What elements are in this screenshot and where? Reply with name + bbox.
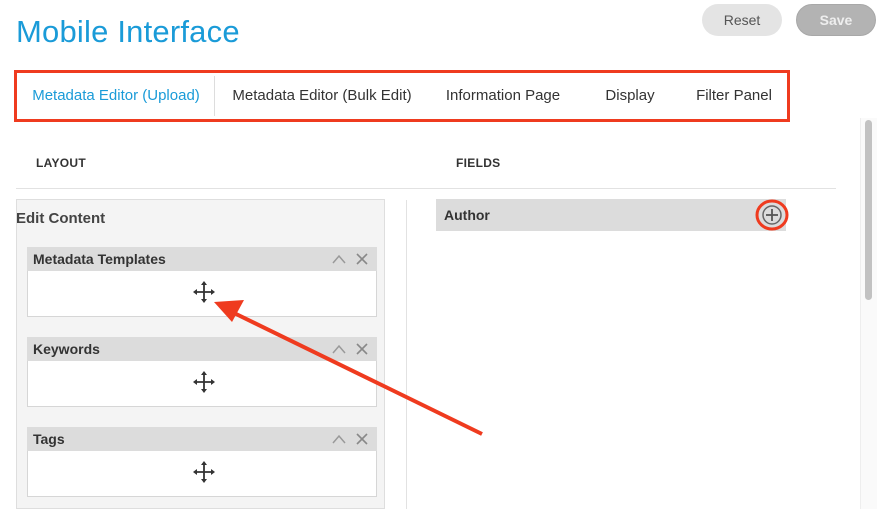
close-icon[interactable]: [352, 249, 372, 269]
chevron-up-icon[interactable]: [329, 339, 349, 359]
chevron-up-icon[interactable]: [329, 429, 349, 449]
block-body: [27, 271, 377, 317]
block-header[interactable]: Metadata Templates: [27, 247, 377, 271]
layout-block-tags[interactable]: Tags: [27, 427, 377, 497]
layout-block-keywords[interactable]: Keywords: [27, 337, 377, 407]
block-label: Keywords: [33, 341, 100, 357]
tabs-annotation-box: [14, 70, 790, 122]
chevron-up-icon[interactable]: [329, 249, 349, 269]
block-body: [27, 451, 377, 497]
block-label: Metadata Templates: [33, 251, 166, 267]
move-icon[interactable]: [193, 371, 215, 393]
reset-button[interactable]: Reset: [702, 4, 782, 36]
edit-content-title: Edit Content: [16, 210, 106, 227]
page-title: Mobile Interface: [16, 14, 240, 49]
save-button[interactable]: Save: [796, 4, 876, 36]
column-divider: [406, 200, 407, 509]
scrollbar-thumb[interactable]: [865, 120, 872, 300]
layout-block-metadata-templates[interactable]: Metadata Templates: [27, 247, 377, 317]
plus-circle-icon[interactable]: [754, 199, 790, 231]
block-label: Tags: [33, 431, 65, 447]
move-icon[interactable]: [193, 461, 215, 483]
close-icon[interactable]: [352, 429, 372, 449]
field-label: Author: [444, 207, 490, 223]
block-header[interactable]: Keywords: [27, 337, 377, 361]
field-item-author[interactable]: Author: [436, 199, 786, 231]
close-icon[interactable]: [352, 339, 372, 359]
fields-heading: FIELDS: [456, 156, 501, 170]
layout-heading: LAYOUT: [36, 156, 87, 170]
move-icon[interactable]: [193, 281, 215, 303]
block-header[interactable]: Tags: [27, 427, 377, 451]
header-divider: [16, 188, 836, 189]
block-body: [27, 361, 377, 407]
